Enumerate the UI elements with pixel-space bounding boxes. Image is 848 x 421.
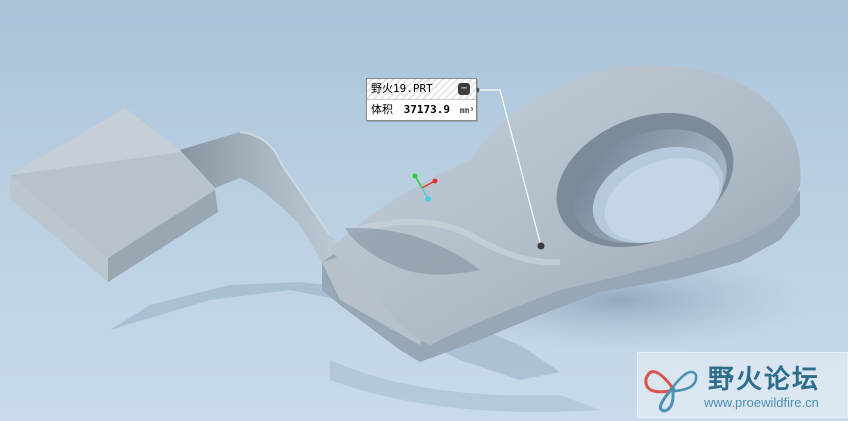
- volume-unit: mm³: [459, 106, 475, 115]
- volume-label: 体积: [371, 103, 393, 116]
- watermark-url: www.proewildfire.cn: [704, 395, 819, 410]
- forum-watermark: 野火论坛 www.proewildfire.cn: [637, 352, 848, 418]
- part-info-callout[interactable]: 野火19.PRT − 体积 37173.9 mm³: [366, 78, 477, 121]
- volume-value: 37173.9: [403, 103, 450, 116]
- part-name: 野火19.PRT: [371, 82, 433, 95]
- callout-volume-row: 体积 37173.9 mm³: [367, 99, 476, 120]
- callout-title-row: 野火19.PRT −: [367, 79, 476, 99]
- callout-anchor-point: [537, 242, 545, 250]
- watermark-title: 野火论坛: [708, 365, 821, 395]
- butterfly-logo-icon: [644, 370, 698, 413]
- tab-block: [10, 108, 218, 282]
- collapse-icon[interactable]: −: [458, 83, 470, 95]
